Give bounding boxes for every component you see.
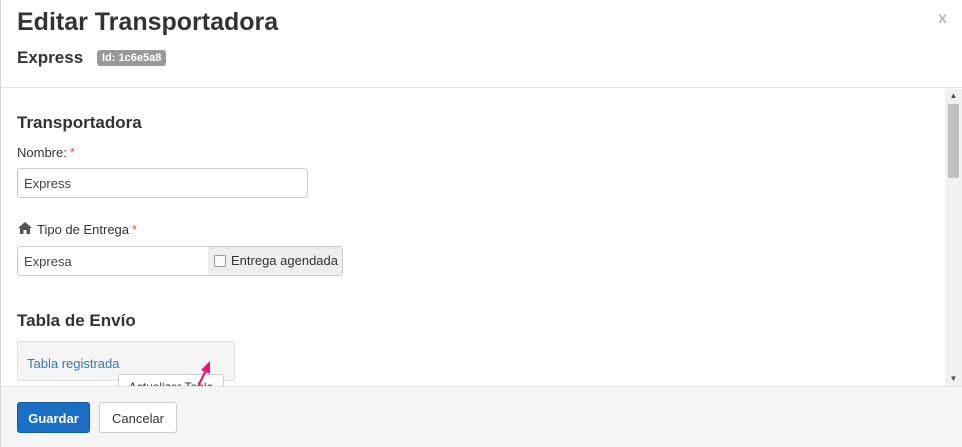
required-marker: *: [132, 222, 138, 237]
annotation-arrow-icon: [197, 361, 210, 386]
tipo-entrega-label-text: Tipo de Entrega: [37, 222, 130, 237]
shipping-table-section-title: Tabla de Envío: [17, 311, 136, 330]
cancel-button[interactable]: Cancelar: [99, 402, 177, 433]
nombre-label-text: Nombre:: [17, 145, 67, 160]
close-icon[interactable]: x: [938, 10, 947, 28]
tipo-entrega-input[interactable]: [17, 246, 209, 276]
required-marker: *: [69, 145, 75, 160]
modal-title: Editar Transportadora: [17, 8, 279, 36]
scrollbar-thumb[interactable]: [948, 104, 959, 178]
modal-body: Transportadora Nombre:* Tipo de Entrega*…: [1, 89, 945, 386]
registered-table-link[interactable]: Tabla registrada: [27, 356, 120, 371]
carrier-name: Express: [17, 48, 84, 67]
nombre-input[interactable]: [17, 168, 308, 198]
tipo-entrega-label: Tipo de Entrega *: [17, 221, 137, 238]
entrega-agendada-addon[interactable]: Entrega agendada: [208, 246, 343, 276]
modal-header: Editar Transportadora x Express Id: 1c6e…: [1, 0, 962, 88]
scroll-down-icon[interactable]: ▼: [945, 372, 962, 386]
carrier-section-title: Transportadora: [17, 113, 142, 132]
edit-carrier-modal: Editar Transportadora x Express Id: 1c6e…: [0, 0, 962, 447]
home-icon: [17, 221, 33, 235]
id-badge: Id: 1c6e5a8: [97, 50, 167, 66]
entrega-agendada-checkbox[interactable]: [214, 255, 226, 267]
modal-footer: Guardar Cancelar: [1, 386, 962, 447]
scroll-up-icon[interactable]: ▲: [945, 89, 962, 103]
save-button[interactable]: Guardar: [17, 402, 90, 433]
nombre-label: Nombre: *: [17, 145, 75, 161]
body-scrollbar[interactable]: ▲ ▼: [945, 89, 962, 386]
entrega-agendada-label: Entrega agendada: [231, 253, 338, 268]
